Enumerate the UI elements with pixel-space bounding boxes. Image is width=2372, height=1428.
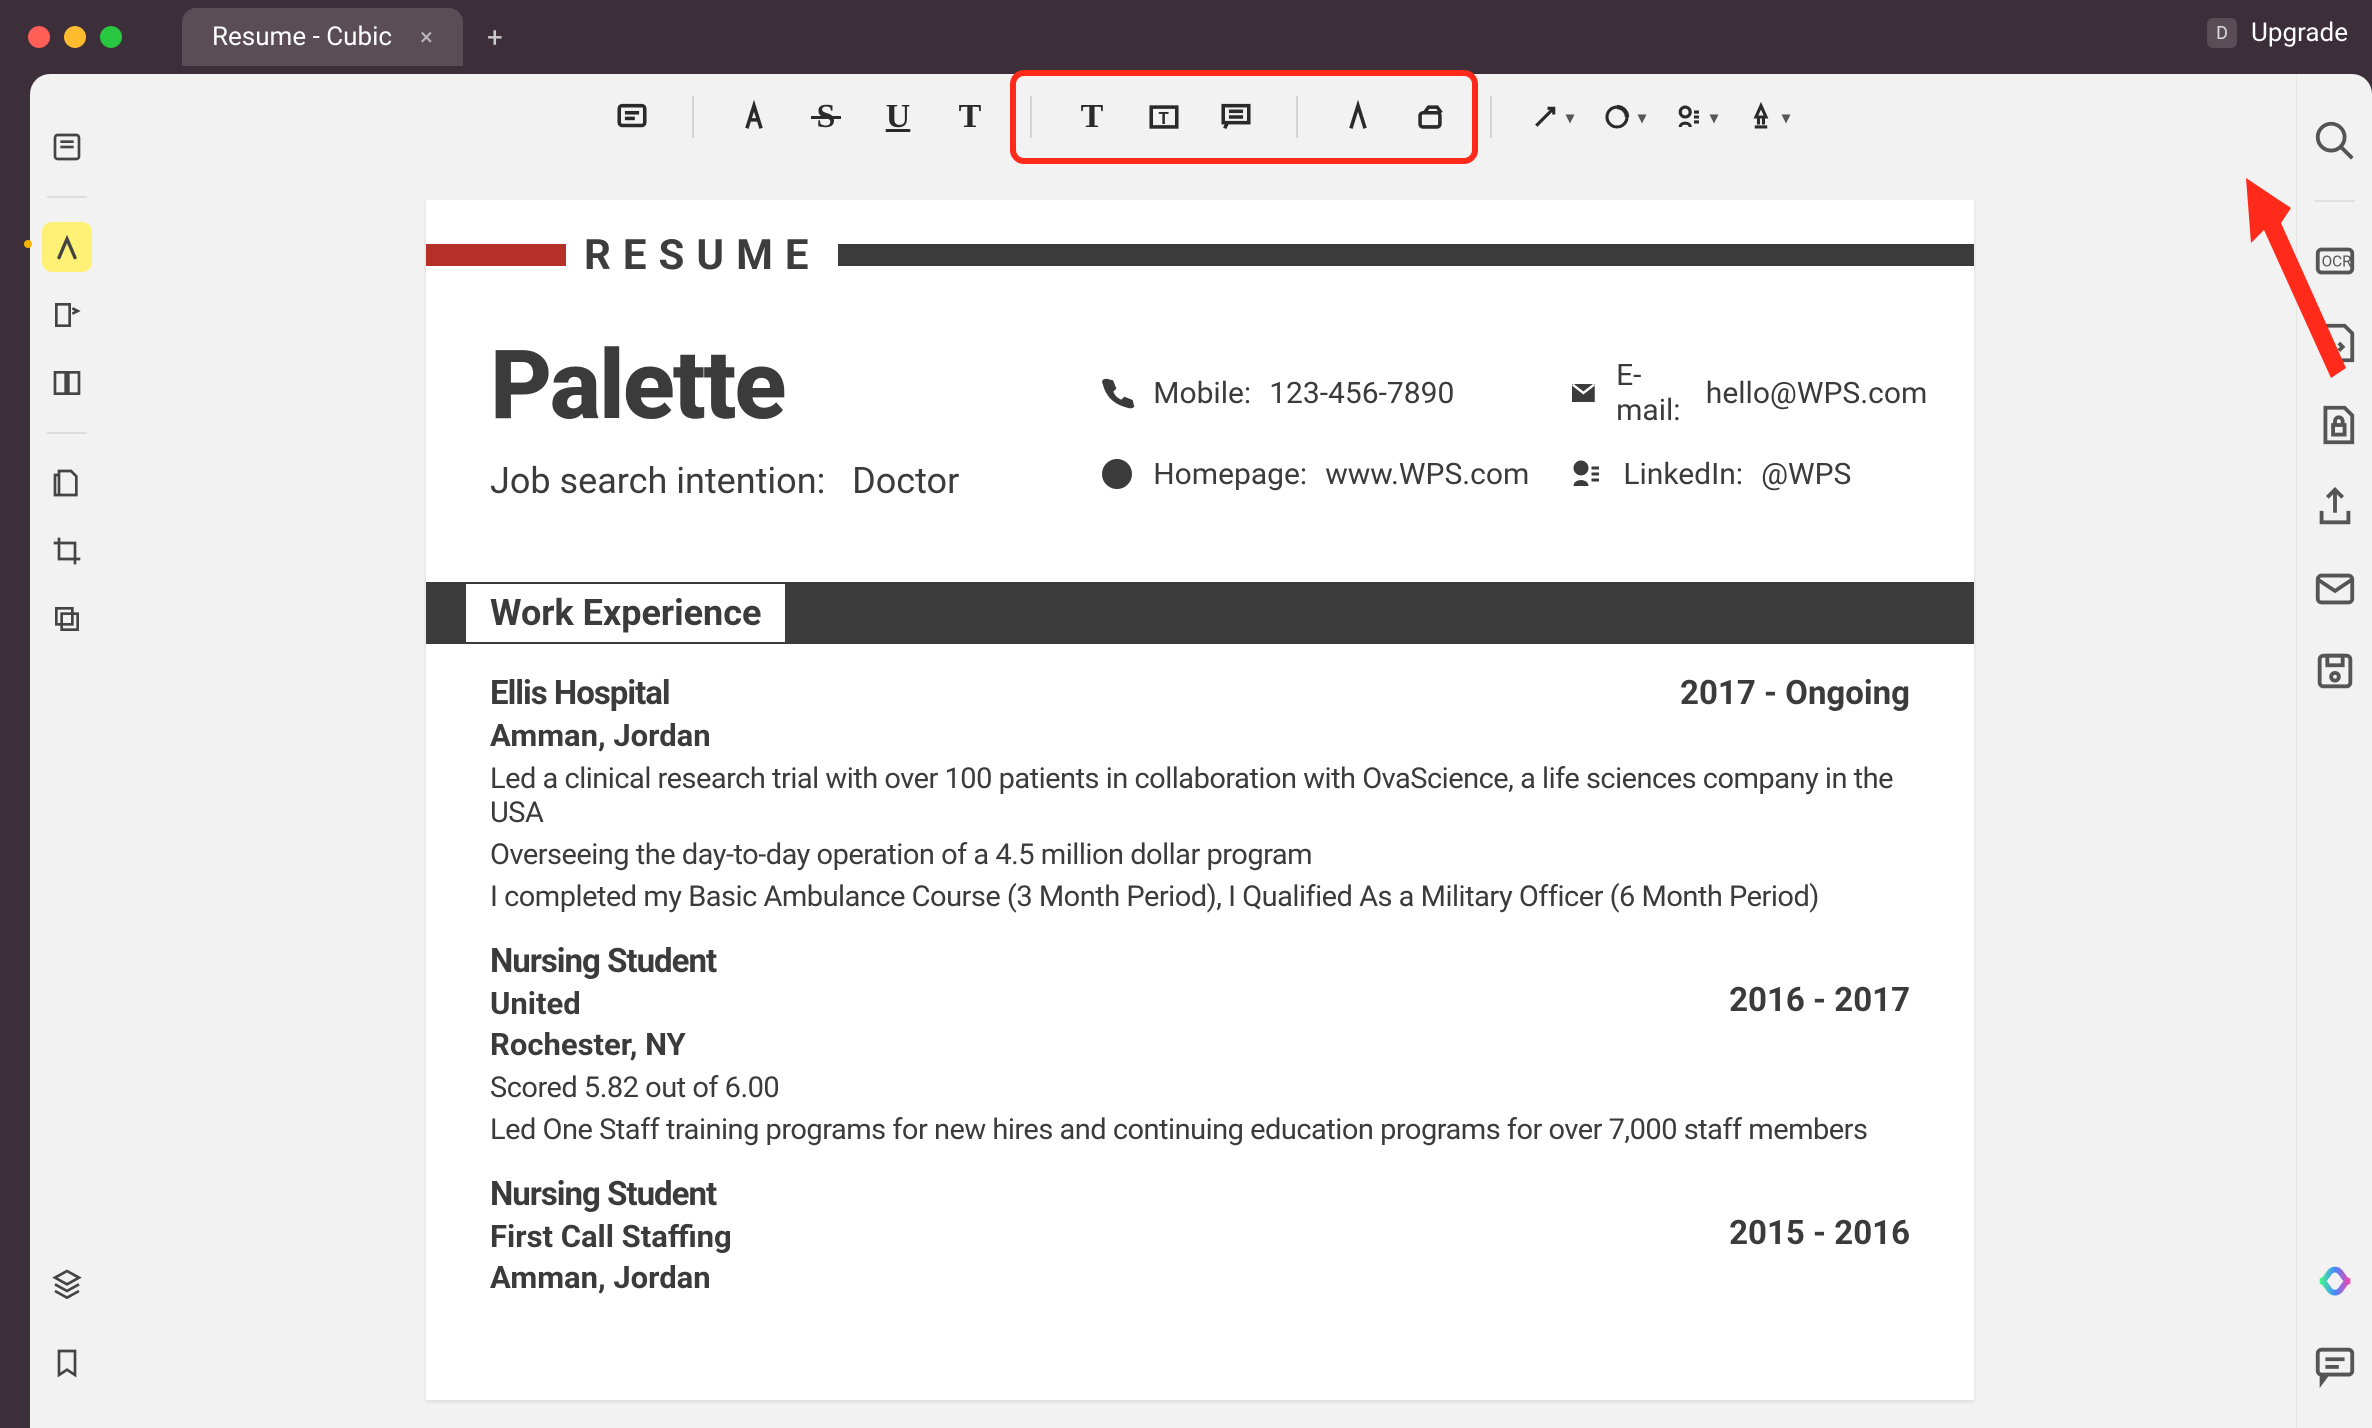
tab-document[interactable]: Resume - Cubic × [182, 8, 463, 66]
files-rail-button[interactable] [42, 458, 92, 508]
phone-icon [1099, 375, 1135, 411]
maximize-window-button[interactable] [100, 26, 122, 48]
email-button[interactable] [2312, 566, 2358, 612]
tab-title: Resume - Cubic [212, 22, 392, 52]
header-red-bar [426, 244, 566, 266]
annotation-toolbar: S U T T T ▾ ▾ ▾ ▾ [104, 74, 2296, 160]
job-3: Nursing Student First Call Staffing 2015… [426, 1175, 1974, 1296]
pages-panel-button[interactable] [42, 122, 92, 172]
globe-icon [1099, 456, 1135, 492]
document-canvas[interactable]: RESUME Palette Job search intention: Doc… [104, 160, 2296, 1428]
highlight-button[interactable] [732, 95, 776, 139]
note-button[interactable] [610, 95, 654, 139]
search-button[interactable] [2312, 118, 2358, 164]
section-work-experience: Work Experience [426, 582, 1974, 644]
strikethrough-button[interactable]: S [804, 95, 848, 139]
arrow-shape-dropdown[interactable]: ▾ [1530, 95, 1574, 139]
intention-line: Job search intention: Doctor [490, 460, 959, 502]
intention-label: Job search intention: [490, 460, 825, 502]
duplicate-rail-button[interactable] [42, 594, 92, 644]
linkedin-icon [1569, 456, 1605, 492]
svg-text:OCR: OCR [2321, 253, 2352, 271]
bookmark-rail-button[interactable] [42, 1338, 92, 1388]
crop-rail-button[interactable] [42, 526, 92, 576]
mail-icon [1569, 375, 1598, 411]
right-rail: OCR [2296, 74, 2372, 1428]
left-rail [30, 74, 104, 1428]
account-area: D Upgrade [2207, 18, 2348, 48]
contact-mobile: Mobile: 123-456-7890 [1099, 358, 1529, 428]
stamp-dropdown[interactable]: ▾ [1674, 95, 1718, 139]
header-label: RESUME [566, 231, 838, 280]
intention-value: Doctor [852, 460, 959, 502]
job-1: Ellis Hospital 2017 - Ongoing Amman, Jor… [426, 674, 1974, 914]
close-window-button[interactable] [28, 26, 50, 48]
header-dark-bar [838, 244, 1974, 266]
page-1: RESUME Palette Job search intention: Doc… [426, 200, 1974, 1400]
ocr-button[interactable]: OCR [2312, 238, 2358, 284]
text-tool-button[interactable]: T [948, 95, 992, 139]
upgrade-button[interactable]: Upgrade [2251, 18, 2348, 48]
highlighter-rail-button[interactable] [42, 222, 92, 272]
contact-homepage: Homepage: www.WPS.com [1099, 456, 1529, 492]
section-title: Work Experience [466, 584, 785, 642]
underline-button[interactable]: U [876, 95, 920, 139]
compare-rail-button[interactable] [42, 358, 92, 408]
contact-email: E-mail: hello@WPS.com [1569, 358, 1927, 428]
window-controls [28, 26, 122, 48]
signature-dropdown[interactable]: ▾ [1746, 95, 1790, 139]
edit-rail-button[interactable] [42, 290, 92, 340]
save-button[interactable] [2312, 648, 2358, 694]
protect-button[interactable] [2312, 402, 2358, 448]
shape-dropdown[interactable]: ▾ [1602, 95, 1646, 139]
share-button[interactable] [2312, 484, 2358, 530]
annotation-highlight-box [1010, 70, 1478, 164]
close-tab-button[interactable]: × [420, 23, 433, 51]
minimize-window-button[interactable] [64, 26, 86, 48]
account-badge[interactable]: D [2207, 18, 2237, 48]
layers-rail-button[interactable] [42, 1258, 92, 1308]
add-tab-button[interactable]: + [487, 21, 503, 54]
ai-assistant-button[interactable] [2312, 1262, 2358, 1308]
job-2: Nursing Student United 2016 - 2017 Roche… [426, 942, 1974, 1147]
comment-button[interactable] [2312, 1342, 2358, 1388]
resume-name: Palette [490, 330, 959, 442]
contact-linkedin: LinkedIn: @WPS [1569, 456, 1927, 492]
convert-button[interactable] [2312, 320, 2358, 366]
